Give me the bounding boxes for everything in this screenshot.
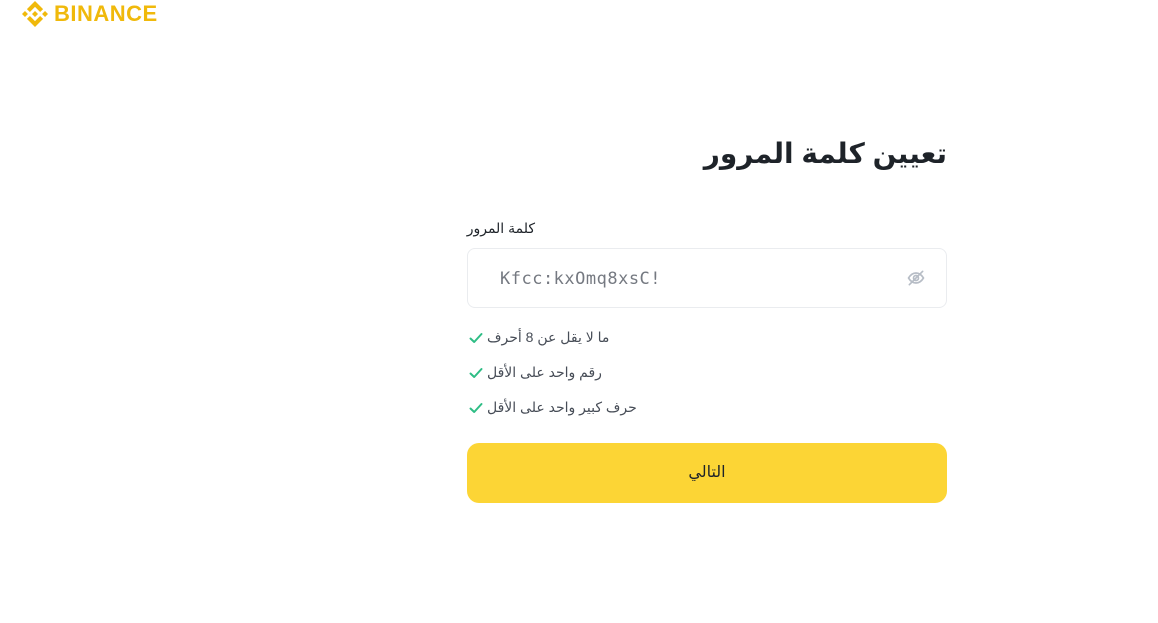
check-icon (469, 331, 483, 345)
rule-min-length: ما لا يقل عن 8 أحرف (467, 320, 947, 355)
binance-logo-icon (22, 1, 48, 27)
eye-slash-icon[interactable] (906, 268, 926, 288)
page: BINANCE تعيين كلمة المرور كلمة المرور ما… (0, 0, 1158, 623)
rule-one-number: رقم واحد على الأقل (467, 355, 947, 390)
next-button[interactable]: التالي (467, 443, 947, 503)
rule-one-uppercase: حرف كبير واحد على الأقل (467, 390, 947, 425)
password-label: كلمة المرور (466, 220, 535, 236)
rule-text: رقم واحد على الأقل (487, 364, 602, 380)
rule-text: ما لا يقل عن 8 أحرف (487, 329, 610, 345)
brand-name: BINANCE (54, 1, 158, 26)
set-password-form: تعيين كلمة المرور كلمة المرور ما لا يقل … (467, 130, 947, 503)
password-rules: ما لا يقل عن 8 أحرف رقم واحد على الأقل ح… (467, 320, 947, 425)
binance-logo[interactable]: BINANCE (22, 0, 158, 28)
page-title: تعيين كلمة المرور (703, 138, 947, 169)
password-input[interactable] (498, 249, 882, 309)
check-icon (469, 366, 483, 380)
check-icon (469, 401, 483, 415)
password-field[interactable] (467, 248, 947, 309)
rule-text: حرف كبير واحد على الأقل (487, 399, 637, 415)
